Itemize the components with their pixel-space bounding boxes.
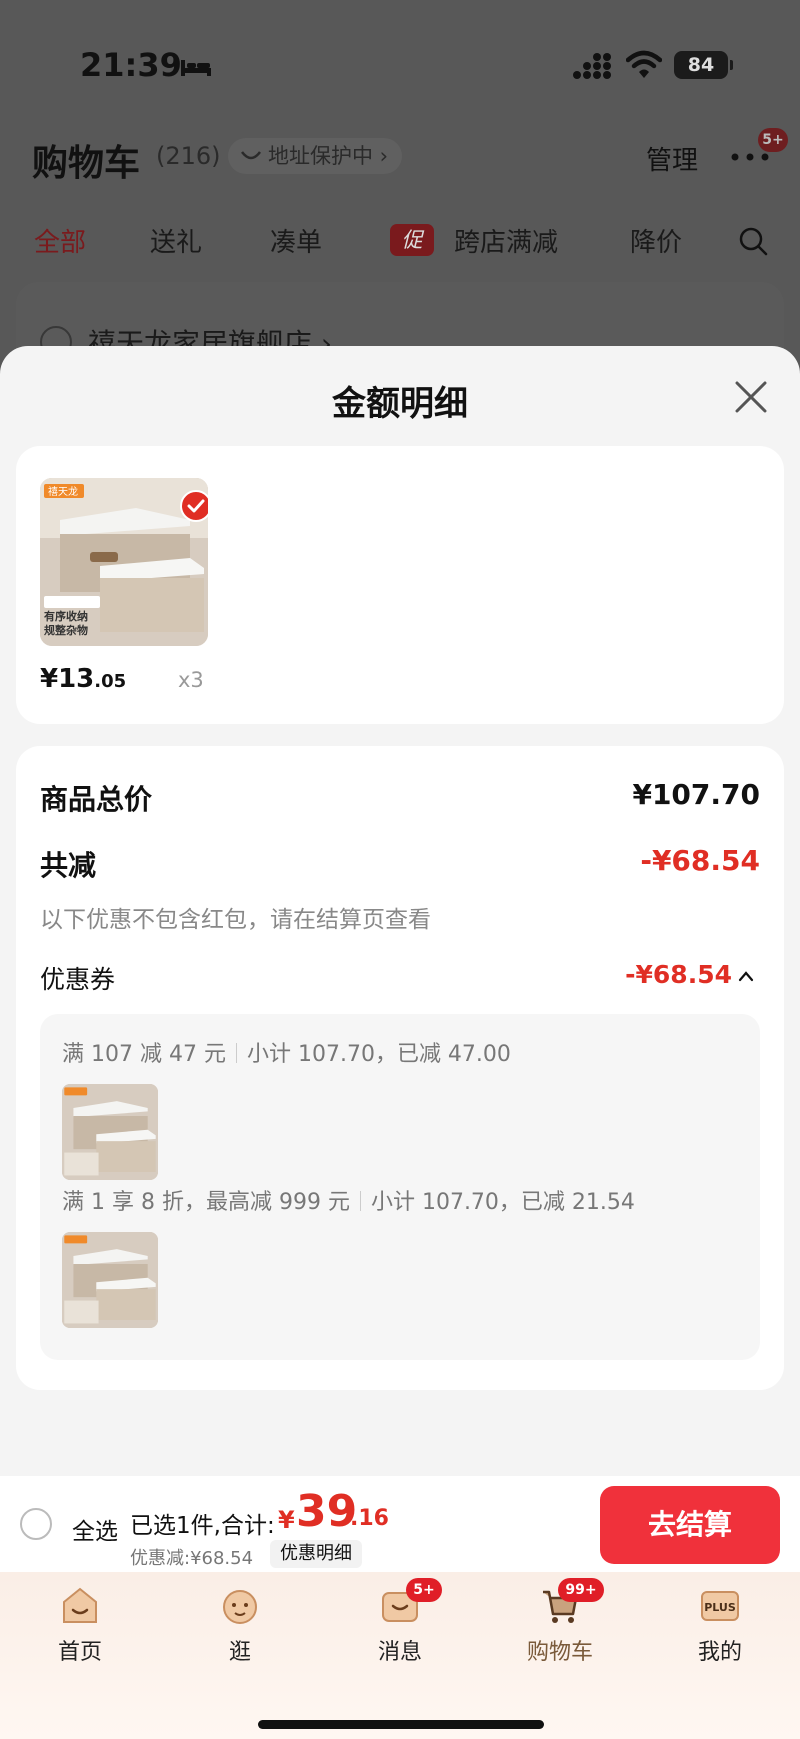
promo-tag: 促 xyxy=(390,224,434,256)
product-image[interactable]: 禧天龙 有序收纳 规整杂物 xyxy=(40,478,208,646)
plus-member-icon: PLUS xyxy=(701,1591,739,1621)
checked-icon[interactable] xyxy=(180,490,208,522)
tab-all[interactable]: 全部 xyxy=(34,222,86,259)
goods-total-value: ¥107.70 xyxy=(632,778,760,811)
checkout-button[interactable]: 去结算 xyxy=(600,1486,780,1564)
discount-total-label: 共减 xyxy=(40,849,97,882)
bottom-tab-bar: 首页 逛 5+ 消息 99+ 购物车 PLUS 我的 xyxy=(0,1572,800,1739)
price-integer: ¥13 xyxy=(40,664,95,694)
selection-summary: 已选1件,合计: xyxy=(130,1513,275,1539)
product-price: ¥13.05 xyxy=(40,664,126,694)
more-badge: 5+ xyxy=(758,128,788,152)
amount-breakdown-card: 商品总价 ¥107.70 共减 -¥68.54 以下优惠不包含红包，请在结算页查… xyxy=(16,746,784,1390)
coupon-product-thumb xyxy=(62,1084,158,1180)
tab-profile[interactable]: PLUS 我的 xyxy=(660,1572,780,1682)
total-decimal: .16 xyxy=(350,1506,389,1531)
tab-bundle[interactable]: 凑单 xyxy=(270,222,322,259)
coupon-detail-box: 满 107 减 47 元小计 107.70，已减 47.00 满 1 享 8 折… xyxy=(40,1014,760,1360)
sheet-title: 金额明细 xyxy=(332,384,468,424)
price-decimal: .05 xyxy=(94,671,127,692)
tab-browse[interactable]: 逛 xyxy=(180,1572,300,1682)
discount-detail-button[interactable]: 优惠明细 xyxy=(270,1540,362,1568)
tab-cart-label: 购物车 xyxy=(526,1640,593,1665)
wifi-icon xyxy=(626,50,662,78)
status-time: 21:39 xyxy=(80,46,182,84)
coupon-product-thumb xyxy=(62,1232,158,1328)
rule-1-subtotal: 小计 107.70，已减 47.00 xyxy=(246,1042,511,1067)
browse-face-icon xyxy=(223,1590,257,1624)
home-icon xyxy=(63,1587,97,1623)
selected-goods-card: 禧天龙 有序收纳 规整杂物 ¥13.05 x3 xyxy=(16,446,784,724)
total-currency: ¥ xyxy=(278,1506,295,1534)
rule-1-condition: 满 107 减 47 元 xyxy=(62,1042,226,1067)
more-icon[interactable] xyxy=(730,152,770,162)
coupon-rule-2: 满 1 享 8 折，最高减 999 元小计 107.70，已减 21.54 xyxy=(62,1184,635,1216)
tab-price-drop[interactable]: 降价 xyxy=(630,222,682,259)
cart-count: (216) xyxy=(156,142,221,170)
discount-total-value: -¥68.54 xyxy=(640,844,760,877)
search-icon[interactable] xyxy=(738,226,768,256)
goods-total-label: 商品总价 xyxy=(40,783,153,816)
rule-2-subtotal: 小计 107.70，已减 21.54 xyxy=(370,1190,635,1215)
tab-profile-label: 我的 xyxy=(697,1640,742,1665)
status-bar: 21:39 84 xyxy=(0,40,800,90)
cart-badge: 99+ xyxy=(558,1578,604,1602)
smile-icon xyxy=(241,151,261,160)
cart-page-background: 21:39 84 购物车 (216) 地址保护中 › 管理 5+ 全部 送礼 凑… xyxy=(0,0,800,402)
total-integer: 39 xyxy=(296,1486,358,1537)
coupon-rule-1: 满 107 减 47 元小计 107.70，已减 47.00 xyxy=(62,1036,511,1068)
address-protection-pill[interactable]: 地址保护中 › xyxy=(228,138,403,174)
storage-box-image xyxy=(62,1232,158,1328)
image-caption-1: 有序收纳 xyxy=(44,609,88,623)
page-title: 购物车 xyxy=(32,143,141,184)
tab-cart[interactable]: 99+ 购物车 xyxy=(500,1572,620,1682)
plus-label: PLUS xyxy=(704,1601,736,1614)
tab-gift[interactable]: 送礼 xyxy=(150,222,202,259)
tab-home[interactable]: 首页 xyxy=(20,1572,140,1682)
brand-label: 禧天龙 xyxy=(48,485,78,498)
manage-button[interactable]: 管理 xyxy=(646,140,698,177)
sleep-mode-icon xyxy=(181,60,211,76)
home-indicator xyxy=(258,1720,544,1729)
discount-note: 以下优惠不包含红包，请在结算页查看 xyxy=(40,907,431,933)
checkout-bar: 全选 已选1件,合计: ¥ 39 .16 优惠减:¥68.54 优惠明细 去结算 xyxy=(0,1476,800,1572)
chevron-up-icon[interactable] xyxy=(738,970,754,982)
tab-home-label: 首页 xyxy=(57,1640,102,1665)
tab-browse-label: 逛 xyxy=(228,1640,251,1665)
battery-indicator: 84 xyxy=(674,51,733,79)
signal-icon xyxy=(573,53,611,79)
product-quantity: x3 xyxy=(178,668,204,692)
amount-detail-sheet: 金额明细 禧天龙 有序收纳 规整杂物 ¥13.05 x3 商品总价 ¥107.7… xyxy=(0,346,800,1476)
rule-2-condition: 满 1 享 8 折，最高减 999 元 xyxy=(62,1190,350,1215)
select-all-label[interactable]: 全选 xyxy=(72,1512,118,1546)
discount-summary: 优惠减:¥68.54 xyxy=(130,1548,254,1569)
coupon-value[interactable]: -¥68.54 xyxy=(625,960,732,989)
messages-badge: 5+ xyxy=(406,1578,442,1602)
image-caption-2: 规整杂物 xyxy=(44,623,88,637)
tab-messages-label: 消息 xyxy=(377,1640,422,1665)
address-protection-label: 地址保护中 › xyxy=(268,144,389,168)
coupon-label[interactable]: 优惠券 xyxy=(40,960,115,996)
select-all-radio[interactable] xyxy=(20,1508,52,1540)
tab-cross-store-discount[interactable]: 跨店满减 xyxy=(454,222,558,259)
filter-tabs: 全部 送礼 凑单 促 跨店满减 降价 xyxy=(0,222,800,262)
close-icon[interactable] xyxy=(734,380,768,414)
tab-messages[interactable]: 5+ 消息 xyxy=(340,1572,460,1682)
storage-box-image xyxy=(62,1084,158,1180)
